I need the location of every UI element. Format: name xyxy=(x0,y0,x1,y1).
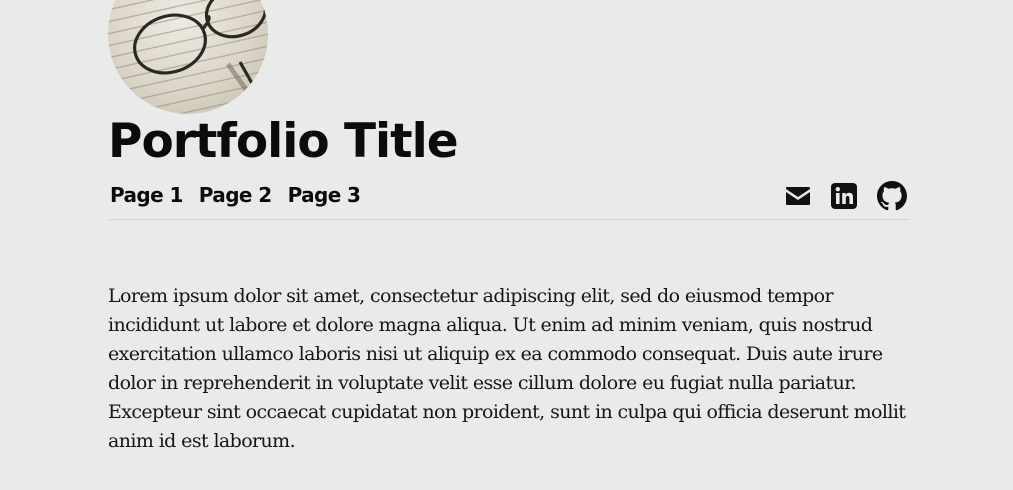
social-links xyxy=(783,181,910,211)
glasses-photo xyxy=(108,0,268,114)
page: Portfolio Title Page 1 Page 2 Page 3 Lor… xyxy=(0,0,1013,490)
envelope-icon xyxy=(786,187,810,205)
intro-paragraph: Lorem ipsum dolor sit amet, consectetur … xyxy=(108,285,906,452)
nav-item-page-2[interactable]: Page 2 xyxy=(199,183,272,207)
main-nav: Page 1 Page 2 Page 3 xyxy=(110,183,361,207)
linkedin-icon xyxy=(831,183,857,209)
page-title: Portfolio Title xyxy=(108,114,459,169)
nav-item-page-3[interactable]: Page 3 xyxy=(288,183,361,207)
email-link[interactable] xyxy=(783,181,813,211)
linkedin-link[interactable] xyxy=(829,181,859,211)
nav-item-page-1[interactable]: Page 1 xyxy=(110,183,183,207)
github-link[interactable] xyxy=(877,181,907,211)
avatar xyxy=(108,0,268,114)
github-icon xyxy=(877,181,907,211)
header-divider xyxy=(108,219,910,220)
